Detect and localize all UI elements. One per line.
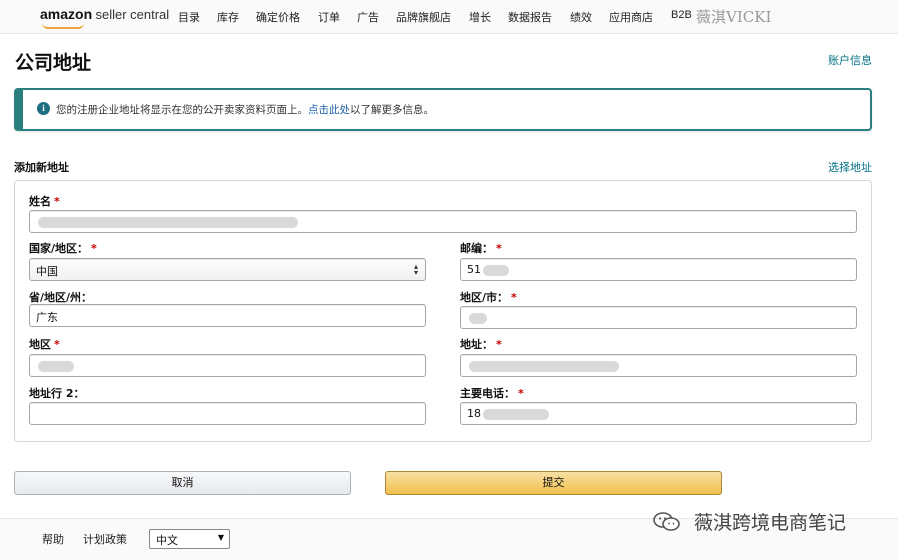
required-marker: * xyxy=(496,242,502,255)
chevron-down-icon: ▼ xyxy=(217,533,224,542)
choose-address-link[interactable]: 选择地址 xyxy=(828,159,872,175)
alert-message: 您的注册企业地址将显示在您的公开卖家资料页面上。点击此处以了解更多信息。 xyxy=(56,102,434,117)
phone-label: 主要电话： * xyxy=(460,387,524,400)
province-value: 广东 xyxy=(36,311,58,324)
address-line2-label: 地址行 2： xyxy=(29,387,85,400)
country-select[interactable]: 中国 ▴ ▾ xyxy=(29,258,426,281)
name-input[interactable] xyxy=(29,210,857,233)
logo-product: seller central xyxy=(95,7,170,22)
country-label: 国家/地区： * xyxy=(29,242,97,255)
name-label: 姓名 * xyxy=(29,195,60,208)
logo-brand: amazon xyxy=(40,6,93,22)
language-value: 中文 xyxy=(156,534,178,547)
redacted-text xyxy=(469,312,487,324)
nav-item-appstore[interactable]: 应用商店 xyxy=(609,9,653,25)
nav-item-orders[interactable]: 订单 xyxy=(318,9,340,25)
alert-text-after: 以了解更多信息。 xyxy=(350,104,434,116)
info-icon: i xyxy=(37,102,50,115)
nav-item-pricing[interactable]: 确定价格 xyxy=(256,9,300,25)
amazon-smile-icon xyxy=(42,23,84,29)
amazon-seller-central-logo[interactable]: amazon seller central xyxy=(40,6,170,29)
nav-item-advertising[interactable]: 广告 xyxy=(357,9,379,25)
nav-item-catalog[interactable]: 目录 xyxy=(178,9,200,25)
required-marker: * xyxy=(54,195,60,208)
nav-item-growth[interactable]: 增长 xyxy=(469,9,491,25)
city-label: 地区/市： * xyxy=(460,291,517,304)
district-input[interactable] xyxy=(29,354,426,377)
select-arrows-icon: ▴ ▾ xyxy=(413,262,418,277)
required-marker: * xyxy=(511,291,517,304)
required-marker: * xyxy=(496,338,502,351)
address-line2-input[interactable] xyxy=(29,402,426,425)
postcode-value: 51 xyxy=(467,263,481,276)
city-input[interactable] xyxy=(460,306,857,329)
redacted-text xyxy=(38,360,74,372)
address-label: 地址： * xyxy=(460,338,502,351)
submit-button[interactable]: 提交 xyxy=(385,471,722,495)
required-marker: * xyxy=(54,338,60,351)
watermark-bottom: 薇淇跨境电商笔记 xyxy=(694,512,847,534)
postcode-label: 邮编： * xyxy=(460,242,502,255)
help-link[interactable]: 帮助 xyxy=(42,531,64,547)
cancel-button[interactable]: 取消 xyxy=(14,471,351,495)
nav-item-inventory[interactable]: 库存 xyxy=(217,9,239,25)
address-input[interactable] xyxy=(460,354,857,377)
province-input[interactable]: 广东 xyxy=(29,304,426,327)
nav-item-b2b[interactable]: B2B xyxy=(671,9,692,21)
province-label: 省/地区/州： xyxy=(29,291,93,304)
program-policies-link[interactable]: 计划政策 xyxy=(83,531,127,547)
redacted-text xyxy=(483,408,549,420)
alert-learn-more-link[interactable]: 点击此处 xyxy=(308,104,350,116)
watermark-top: 薇淇VICKI xyxy=(696,8,772,26)
alert-text-before: 您的注册企业地址将显示在您的公开卖家资料页面上。 xyxy=(56,104,308,116)
required-marker: * xyxy=(518,387,524,400)
district-label: 地区 * xyxy=(29,338,60,351)
phone-input[interactable]: 18 xyxy=(460,402,857,425)
required-marker: * xyxy=(91,242,97,255)
wechat-icon xyxy=(653,512,680,531)
nav-item-reports[interactable]: 数据报告 xyxy=(508,9,552,25)
nav-item-performance[interactable]: 绩效 xyxy=(570,9,592,25)
redacted-text xyxy=(483,264,509,276)
add-new-address-title: 添加新地址 xyxy=(14,161,69,174)
top-navigation-bar: amazon seller central 目录 库存 确定价格 订单 广告 品… xyxy=(0,0,898,34)
nav-item-stores[interactable]: 品牌旗舰店 xyxy=(396,9,451,25)
redacted-text xyxy=(38,216,298,228)
country-value: 中国 xyxy=(36,265,58,278)
phone-value: 18 xyxy=(467,407,481,420)
account-info-link[interactable]: 账户信息 xyxy=(828,52,872,68)
page-title: 公司地址 xyxy=(15,52,92,74)
info-alert: i 您的注册企业地址将显示在您的公开卖家资料页面上。点击此处以了解更多信息。 xyxy=(14,88,872,131)
postcode-input[interactable]: 51 xyxy=(460,258,857,281)
language-select[interactable]: 中文 ▼ xyxy=(149,529,230,549)
redacted-text xyxy=(469,360,619,372)
address-form: 姓名 * 国家/地区： * 中国 ▴ ▾ 邮编： * 51 省/地区/州： 广东 地区/… xyxy=(14,180,872,442)
